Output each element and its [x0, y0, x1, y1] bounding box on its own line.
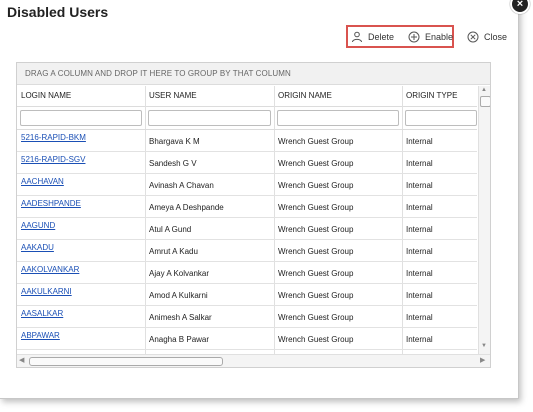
- origin-type-cell: Internal: [406, 313, 433, 322]
- user-name-cell: Amrut A Kadu: [149, 247, 198, 256]
- column-header-user-name[interactable]: USER NAME: [145, 86, 274, 106]
- horizontal-scrollbar[interactable]: ◀ ▶: [17, 354, 490, 367]
- login-name-link[interactable]: 5216-RAPID-BKM: [17, 130, 145, 151]
- user-icon: [351, 31, 363, 43]
- login-name-link[interactable]: AASALKAR: [17, 306, 145, 327]
- user-name-cell: Sandesh G V: [149, 159, 197, 168]
- origin-type-cell: Internal: [406, 181, 433, 190]
- origin-name-cell: Wrench Guest Group: [278, 269, 354, 278]
- login-name-link[interactable]: AADESHPANDE: [17, 196, 145, 217]
- origin-type-cell: Internal: [406, 225, 433, 234]
- origin-name-cell: Wrench Guest Group: [278, 291, 354, 300]
- origin-type-filter-input[interactable]: [405, 110, 477, 126]
- grid-header-row: LOGIN NAME USER NAME ORIGIN NAME ORIGIN …: [17, 86, 477, 107]
- x-circle-icon: [467, 31, 479, 43]
- table-row[interactable]: AAKOLVANKAR Ajay A Kolvankar Wrench Guest …: [17, 262, 477, 284]
- login-name-link[interactable]: 5216-RAPID-SGV: [17, 152, 145, 173]
- user-name-cell: Anagha B Pawar: [149, 335, 210, 344]
- horizontal-scroll-thumb[interactable]: [29, 357, 223, 366]
- table-row[interactable]: AADESHPANDE Ameya A Deshpande Wrench Guest…: [17, 196, 477, 218]
- scroll-up-arrow-icon[interactable]: ▲: [481, 87, 487, 93]
- table-row[interactable]: AACHAVAN Avinash A Chavan Wrench Guest Gro…: [17, 174, 477, 196]
- scroll-down-arrow-icon[interactable]: ▼: [481, 343, 487, 349]
- origin-name-filter-input[interactable]: [277, 110, 399, 126]
- login-name-link[interactable]: AAKADU: [17, 240, 145, 261]
- table-row[interactable]: AAKADU Amrut A Kadu Wrench Guest Group Inte…: [17, 240, 477, 262]
- origin-name-cell: Wrench Guest Group: [278, 159, 354, 168]
- scroll-left-arrow-icon[interactable]: ◀: [19, 356, 24, 364]
- filter-row: [17, 107, 477, 130]
- table-row[interactable]: AASALKAR Animesh A Salkar Wrench Guest Gro…: [17, 306, 477, 328]
- close-label: Close: [484, 32, 508, 42]
- user-name-cell: Amod A Kulkarni: [149, 291, 208, 300]
- origin-name-cell: Wrench Guest Group: [278, 137, 354, 146]
- vertical-scrollbar[interactable]: ▲ ▼: [478, 86, 490, 354]
- delete-button[interactable]: Delete: [351, 30, 394, 44]
- column-header-login-name[interactable]: LOGIN NAME: [17, 86, 145, 106]
- origin-type-cell: Internal: [406, 269, 433, 278]
- user-name-cell: Animesh A Salkar: [149, 313, 212, 322]
- origin-name-cell: Wrench Guest Group: [278, 335, 354, 344]
- origin-type-cell: Internal: [406, 291, 433, 300]
- origin-name-cell: Wrench Guest Group: [278, 181, 354, 190]
- dialog-title: Disabled Users: [7, 4, 109, 20]
- user-name-cell: Ajay A Kolvankar: [149, 269, 210, 278]
- enable-button[interactable]: Enable: [408, 30, 453, 44]
- origin-type-cell: Internal: [406, 247, 433, 256]
- login-name-link[interactable]: ABPAWAR: [17, 328, 145, 349]
- origin-type-cell: Internal: [406, 203, 433, 212]
- plus-circle-icon: [408, 31, 420, 43]
- login-name-link[interactable]: AAKULKARNI: [17, 284, 145, 305]
- user-name-cell: Atul A Gund: [149, 225, 192, 234]
- users-grid: DRAG A COLUMN AND DROP IT HERE TO GROUP …: [16, 62, 491, 368]
- column-header-origin-name[interactable]: ORIGIN NAME: [274, 86, 402, 106]
- origin-name-cell: Wrench Guest Group: [278, 203, 354, 212]
- origin-name-cell: Wrench Guest Group: [278, 313, 354, 322]
- table-row[interactable]: AAGUND Atul A Gund Wrench Guest Group Inter…: [17, 218, 477, 240]
- enable-label: Enable: [425, 32, 454, 42]
- user-name-filter-input[interactable]: [148, 110, 271, 126]
- origin-type-cell: Internal: [406, 335, 433, 344]
- table-row[interactable]: 5216-RAPID-SGV Sandesh G V Wrench Guest Gr…: [17, 152, 477, 174]
- group-by-drop-zone[interactable]: DRAG A COLUMN AND DROP IT HERE TO GROUP …: [17, 63, 490, 85]
- login-name-link[interactable]: AACHAVAN: [17, 174, 145, 195]
- table-row[interactable]: ABPAWAR Anagha B Pawar Wrench Guest Group I…: [17, 328, 477, 350]
- login-name-link[interactable]: AAKOLVANKAR: [17, 262, 145, 283]
- vertical-scroll-thumb[interactable]: [480, 96, 490, 107]
- grid-body: 5216-RAPID-BKM Bhargava K M Wrench Guest G…: [17, 130, 477, 350]
- scroll-right-arrow-icon[interactable]: ▶: [480, 356, 485, 364]
- origin-type-cell: Internal: [406, 137, 433, 146]
- origin-name-cell: Wrench Guest Group: [278, 247, 354, 256]
- login-name-filter-input[interactable]: [20, 110, 142, 126]
- user-name-cell: Bhargava K M: [149, 137, 200, 146]
- user-name-cell: Avinash A Chavan: [149, 181, 214, 190]
- close-button[interactable]: Close: [467, 30, 507, 44]
- user-name-cell: Ameya A Deshpande: [149, 203, 224, 212]
- origin-name-cell: Wrench Guest Group: [278, 225, 354, 234]
- disabled-users-dialog: Disabled Users Delete Enable Close DRAG …: [0, 0, 519, 399]
- column-header-origin-type[interactable]: ORIGIN TYPE: [402, 86, 477, 106]
- delete-label: Delete: [368, 32, 395, 42]
- dialog-corner-close-icon[interactable]: ×: [510, 0, 530, 14]
- table-row[interactable]: AAKULKARNI Amod A Kulkarni Wrench Guest Gr…: [17, 284, 477, 306]
- table-row[interactable]: 5216-RAPID-BKM Bhargava K M Wrench Guest G…: [17, 130, 477, 152]
- origin-type-cell: Internal: [406, 159, 433, 168]
- login-name-link[interactable]: AAGUND: [17, 218, 145, 239]
